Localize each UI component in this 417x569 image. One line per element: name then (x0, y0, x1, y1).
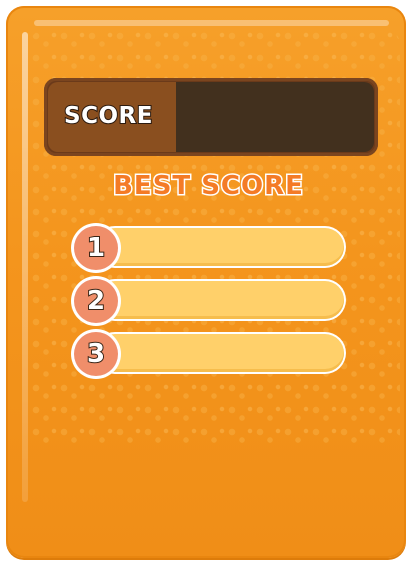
best-score-row-2: 2 (74, 279, 346, 323)
score-value (176, 82, 374, 152)
current-score-bar: SCORE (44, 78, 378, 156)
rank-number: 1 (86, 232, 106, 264)
score-value-box (176, 82, 374, 152)
best-score-value (134, 281, 334, 319)
best-score-value (134, 228, 334, 266)
score-label: SCORE (63, 102, 153, 130)
best-score-value (134, 334, 334, 372)
rank-number: 3 (86, 338, 106, 370)
score-label-box: SCORE (48, 82, 176, 152)
best-score-row-1: 1 (74, 226, 346, 270)
rank-number: 2 (86, 285, 106, 317)
game-over-screen: SCORE BEST SCORE 1 2 3 (0, 0, 417, 569)
panel-gloss-highlight (22, 32, 28, 502)
rank-badge: 1 (74, 226, 118, 270)
rank-badge: 2 (74, 279, 118, 323)
panel-gloss-highlight (34, 20, 389, 26)
best-score-row-3: 3 (74, 332, 346, 376)
best-score-title: BEST SCORE (112, 170, 305, 203)
rank-badge: 3 (74, 332, 118, 376)
